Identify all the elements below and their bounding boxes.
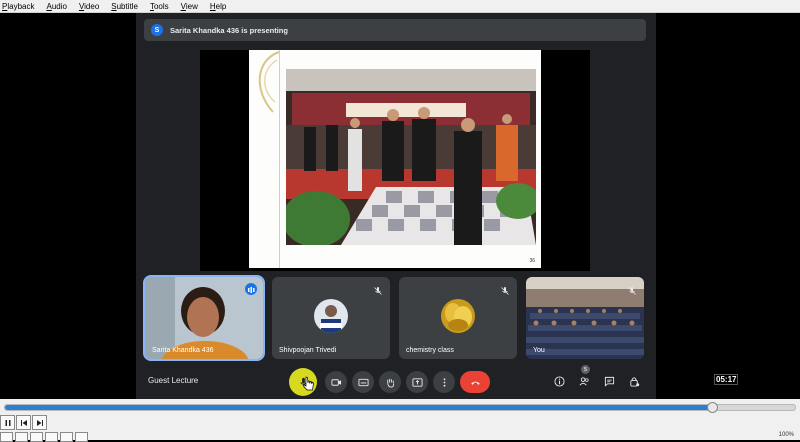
host-controls-button[interactable] [627,374,641,388]
playlist-button[interactable] [45,432,58,442]
speaking-indicator-icon [245,283,257,295]
chat-icon [604,376,614,387]
meeting-title: Guest Lecture [148,376,199,385]
slide-page-number: 36 [529,258,535,264]
participant-name: Shivpoojan Trivedi [279,347,337,354]
convocation-photo [286,69,536,245]
avatar [314,299,348,333]
next-button[interactable] [32,415,47,430]
participant-tile-shivpoojan[interactable]: Shivpoojan Trivedi [272,277,390,359]
captions-icon [357,378,369,386]
slide: 36 [249,50,541,268]
participant-tile-chemistry[interactable]: chemistry class [399,277,517,359]
slide-decoration [258,51,280,113]
presenting-text: Sarita Khandka 436 is presenting [170,25,288,35]
raise-hand-button[interactable] [379,371,401,393]
seek-handle[interactable] [707,402,719,413]
presentation-stage: 36 [200,50,590,271]
mic-off-icon [627,283,637,295]
people-icon [579,376,589,385]
hand-icon [386,378,394,388]
previous-button[interactable] [16,415,31,430]
participant-tile-sarita[interactable]: Sarita Khandka 436 [143,275,265,361]
presenter-avatar: S [151,24,163,36]
vlc-menubar: Playback Audio Video Subtitle Tools View… [0,0,800,13]
mic-off-glyph [501,287,509,295]
volume-level: 100% [778,432,794,438]
pause-icon [5,419,10,426]
info-icon [553,375,565,387]
menu-help[interactable]: Help [210,2,226,11]
mic-off-glyph [374,287,382,295]
avatar [441,299,475,333]
menu-playback[interactable]: Playback [2,2,34,11]
participant-name: Sarita Khandka 436 [152,347,214,354]
extended-settings-button[interactable] [30,432,43,442]
slide-divider [279,50,280,268]
camera-button[interactable] [325,371,347,393]
shuffle-button[interactable] [75,432,88,442]
mic-off-icon [373,283,383,295]
seek-bar[interactable] [4,402,796,413]
stop-button[interactable] [0,432,13,442]
skip-previous-icon [20,419,27,426]
skip-next-icon [36,419,43,426]
meet-control-bar: Guest Lecture 5 [136,365,656,399]
playback-buttons [0,415,48,430]
mic-off-icon [500,283,510,295]
menu-tools[interactable]: Tools [150,2,169,11]
present-icon [411,377,423,387]
chat-button[interactable] [602,374,616,388]
speaking-bars [248,287,255,293]
hang-up-icon [470,381,480,385]
captions-button[interactable] [352,371,374,393]
lock-person-icon [629,376,639,387]
menu-view[interactable]: View [181,2,198,11]
pause-button[interactable] [0,415,15,430]
participant-name: You [533,347,545,354]
avatar-image [314,299,348,333]
menu-video[interactable]: Video [79,2,99,11]
timecode: 05:17 [714,374,739,385]
loop-button[interactable] [60,432,73,442]
meeting-info-button[interactable] [552,374,566,388]
avatar-image [441,299,475,333]
extra-buttons [0,432,90,442]
leave-call-button[interactable] [460,371,490,393]
people-button[interactable] [577,374,591,388]
mic-off-glyph [628,287,636,295]
mouse-cursor-icon [303,376,314,391]
menu-subtitle[interactable]: Subtitle [111,2,138,11]
present-screen-button[interactable] [406,371,428,393]
vlc-controls: 100% [0,399,800,442]
more-vert-icon [443,377,445,387]
video-area[interactable]: S Sarita Khandka 436 is presenting 36 Sa… [0,13,800,399]
people-count-badge: 5 [581,365,590,374]
participant-name: chemistry class [406,347,454,354]
participant-tile-you[interactable]: You [526,277,644,359]
presenting-bar: S Sarita Khandka 436 is presenting [144,19,646,41]
meet-window: S Sarita Khandka 436 is presenting 36 Sa… [136,13,656,399]
more-options-button[interactable] [433,371,455,393]
menu-audio[interactable]: Audio [46,2,66,11]
seek-progress [5,405,713,410]
fullscreen-button[interactable] [15,432,28,442]
camera-icon [330,378,341,386]
